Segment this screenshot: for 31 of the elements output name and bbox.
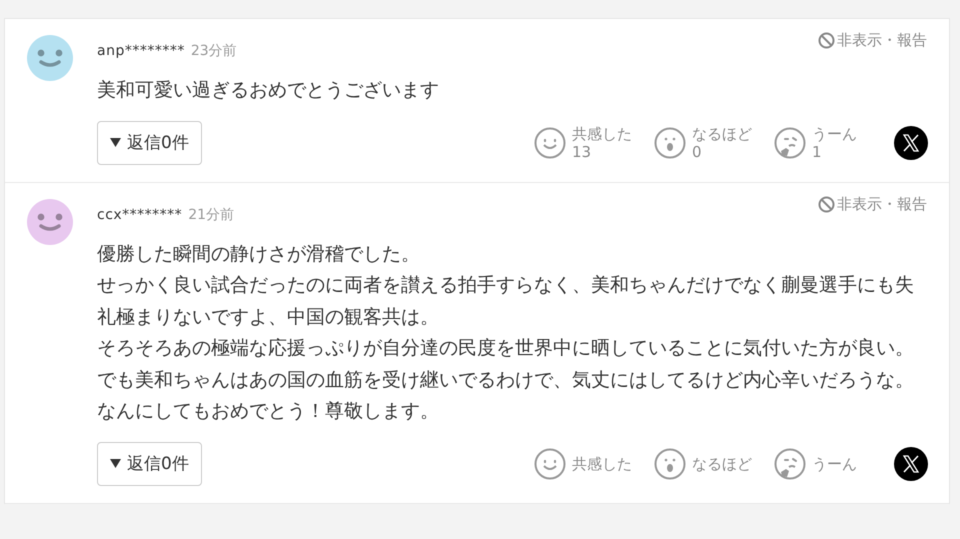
replies-button[interactable]: 返信0件: [97, 120, 202, 164]
comment-text: 美和可愛い過ぎるおめでとうございます: [97, 78, 440, 103]
reaction-label: なるほど: [692, 124, 753, 142]
reaction-count: 0: [692, 142, 703, 160]
hide-report-link[interactable]: 非表示・報告: [818, 194, 927, 214]
think-face-icon[interactable]: [774, 126, 806, 158]
timestamp: 23分前: [190, 42, 237, 60]
reaction-label: 共感した: [572, 454, 633, 472]
surprise-face-icon[interactable]: [654, 126, 686, 158]
reaction-count: 1: [812, 142, 823, 160]
block-icon: [818, 196, 835, 212]
block-icon: [818, 32, 835, 49]
reaction-label: なるほど: [692, 454, 753, 472]
reaction-label: うーん: [812, 124, 858, 142]
caret-icon: [110, 459, 121, 468]
replies-button[interactable]: 返信0件: [97, 442, 202, 486]
hide-report-link[interactable]: 非表示・報告: [818, 31, 927, 50]
username[interactable]: ccx********: [97, 206, 182, 222]
comment-text: 優勝した瞬間の静けさが滑稽でした。 せっかく良い試合だったのに両者を讃える拍手すらなく、美和ちゃんだけでなく蒯曼選手にも失礼極まりないですよ、中国の観客共は。 そろそろあの極端な応援っぷりが自分達の民度を世界中に晒していることに気付いた方が良い。 でも美和ちゃんはあの国の血筋を受け継いでるわけで、気丈にはしてるけど内心辛いだろうな。 なんにしてもおめでとう！尊敬します。: [97, 242, 915, 424]
username[interactable]: anp********: [97, 43, 185, 59]
x-icon[interactable]: [894, 126, 928, 160]
caret-icon: [110, 138, 121, 147]
x-icon[interactable]: [894, 446, 928, 480]
reaction-count: 13: [572, 142, 592, 160]
reaction-label: 共感した: [572, 124, 633, 142]
smile-face-icon[interactable]: [534, 126, 566, 158]
think-face-icon[interactable]: [774, 448, 806, 480]
surprise-face-icon[interactable]: [654, 448, 686, 480]
smile-face-icon[interactable]: [534, 448, 566, 480]
timestamp: 21分前: [188, 206, 234, 224]
reaction-label: うーん: [812, 454, 858, 472]
